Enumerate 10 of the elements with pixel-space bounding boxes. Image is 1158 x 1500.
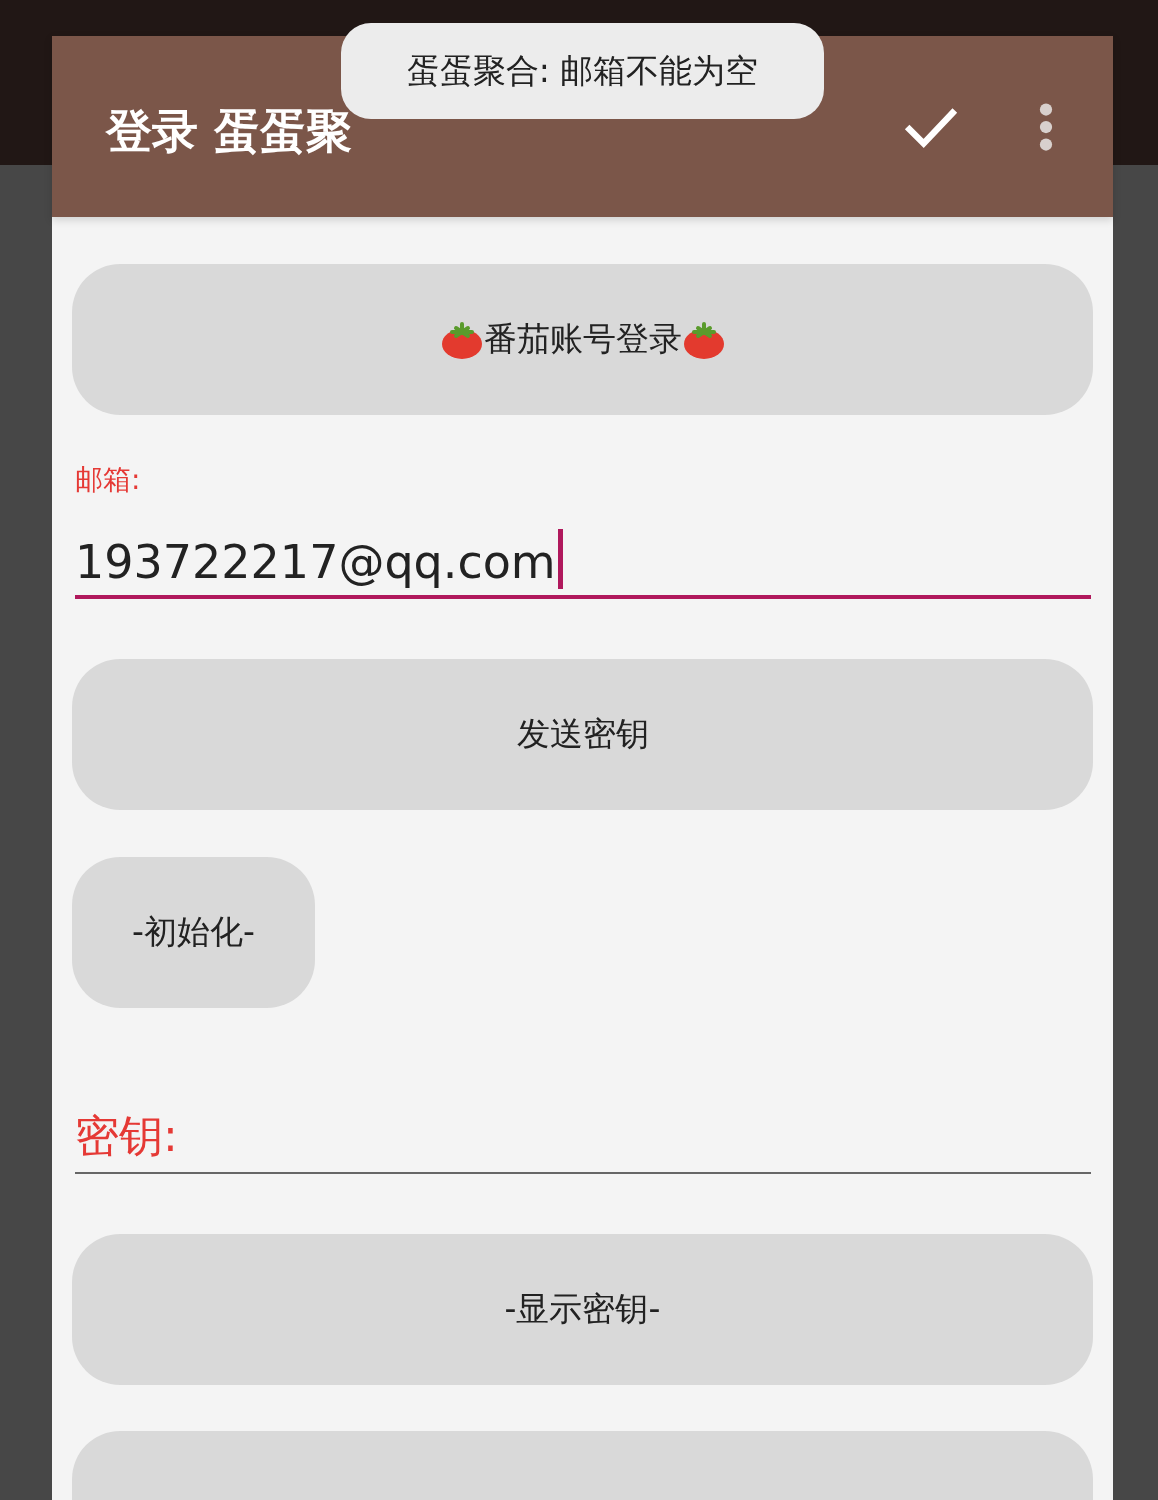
input-field[interactable]: 193722217@qq.com — [75, 521, 1091, 599]
tomato-icon — [681, 319, 726, 360]
field-label: 邮箱: — [75, 462, 142, 498]
button[interactable]: -初始化- — [72, 857, 315, 1008]
tomato-icon — [439, 319, 484, 360]
more-icon[interactable] — [1039, 100, 1053, 153]
button[interactable]: -显示密钥- — [72, 1234, 1093, 1385]
input-field[interactable]: 密钥: — [75, 1098, 1091, 1174]
button[interactable]: 发送密钥 — [72, 659, 1093, 810]
button[interactable]: 番茄账号登录 — [72, 264, 1093, 415]
